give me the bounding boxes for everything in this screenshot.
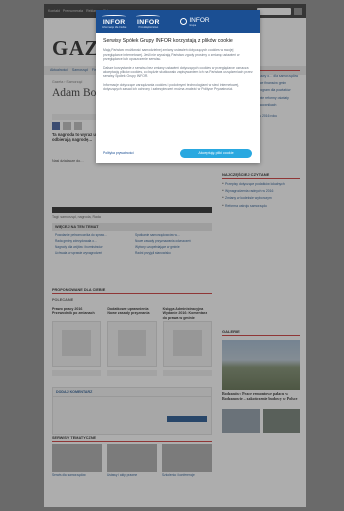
cookie-paragraph: Mają Państwo możliwość samodzielnej zmia… (103, 48, 240, 62)
cookie-dialog-title: Serwisy Spółek Grupy INFOR korzystają z … (103, 38, 233, 44)
infor-logo: INFOR Informacje dla Ciebie (102, 14, 127, 29)
cookie-dialog-footer: Polityka prywatności Akceptuję pliki coo… (96, 143, 260, 163)
cookie-paragraph: Dalsze korzystanie z serwisu bez zmiany … (103, 65, 253, 79)
cookie-consent-dialog: INFOR Informacje dla Ciebie INFOR Przeds… (96, 10, 260, 163)
body-fade (96, 133, 260, 143)
cookie-dialog-body: Mają Państwo możliwość samodzielnej zmia… (96, 44, 260, 91)
infor-group-logo: INFOR Grupa (180, 17, 210, 27)
accept-cookies-button[interactable]: Akceptuję pliki cookie (180, 148, 252, 158)
infor-logo: INFOR Przedsiębiorstwo (136, 14, 161, 29)
privacy-policy-link[interactable]: Polityka prywatności (96, 151, 134, 155)
cookie-paragraph: Informacje dotyczące zarządzania cookies… (103, 82, 240, 92)
logo-wave-icon (102, 14, 127, 18)
cookie-dialog-header: INFOR Informacje dla Ciebie INFOR Przeds… (96, 10, 260, 33)
logo-wave-icon (136, 14, 161, 18)
logo-ring-icon (180, 18, 188, 25)
